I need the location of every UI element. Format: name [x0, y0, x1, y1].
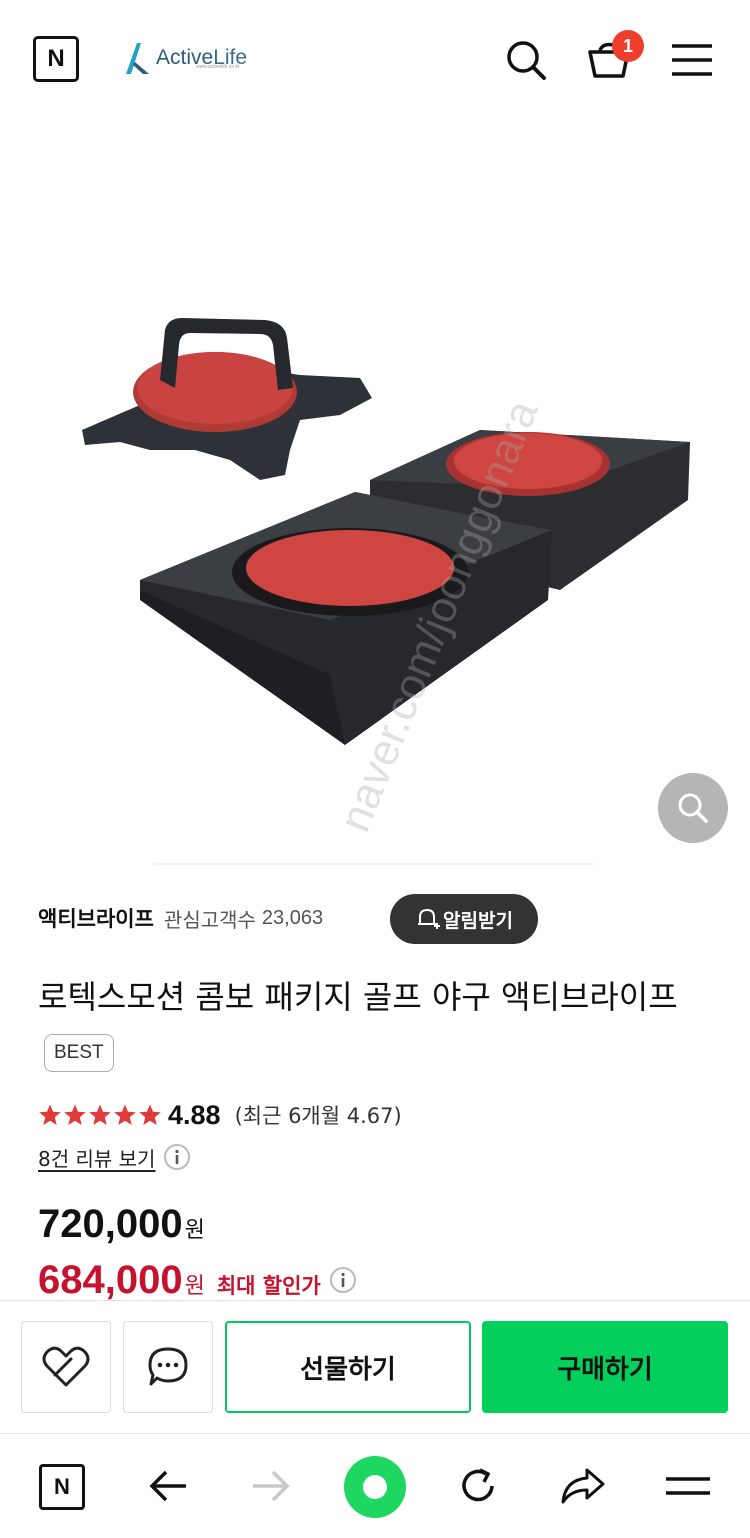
talk-talk-button[interactable] [123, 1321, 213, 1413]
wishlist-button[interactable] [21, 1321, 111, 1413]
nav-naver-n-button[interactable]: N [39, 1464, 85, 1510]
back-button[interactable] [140, 1458, 196, 1514]
refresh-icon [462, 1468, 494, 1502]
star-icon [64, 1104, 86, 1125]
cart-count-badge: 1 [612, 30, 644, 62]
product-title-text: 로텍스모션 콤보 패키지 골프 야구 액티브라이프 [38, 978, 678, 1016]
search-icon[interactable] [502, 36, 550, 84]
zoom-button[interactable] [658, 773, 728, 843]
notify-button[interactable]: 알림받기 [390, 894, 538, 944]
star-icon [139, 1104, 161, 1125]
product-image[interactable]: naver.com/joonggonara [0, 120, 750, 865]
brand-logo[interactable]: ActiveLife [122, 38, 247, 78]
star-icon [89, 1104, 111, 1125]
store-name[interactable]: 액티브라이프 [38, 903, 154, 933]
menu-icon[interactable] [668, 36, 716, 84]
forward-button[interactable] [243, 1458, 299, 1514]
review-row: 8건 리뷰 보기 [38, 1140, 191, 1174]
sale-price-unit: 원 [184, 1274, 205, 1299]
gift-button[interactable]: 선물하기 [225, 1321, 471, 1413]
sale-price-label: 최대 할인가 [216, 1274, 321, 1298]
browser-bottom-nav: N [0, 1433, 750, 1538]
star-icon [114, 1104, 136, 1125]
sale-price-value: 684,000 [38, 1258, 183, 1302]
magnifier-icon [678, 793, 708, 823]
buy-button[interactable]: 구매하기 [482, 1321, 728, 1413]
rating-row: 4.88 (최근 6개월 4.67) [38, 1095, 402, 1135]
notify-label: 알림받기 [443, 909, 513, 932]
original-price: 720,000 원 [38, 1202, 205, 1252]
home-icon [363, 1475, 387, 1499]
image-divider [155, 863, 595, 865]
sale-info-icon[interactable] [329, 1266, 357, 1294]
follower-count: 23,063 [261, 906, 324, 929]
rating-recent: (최근 6개월 4.67) [234, 1104, 402, 1128]
forward-icon [253, 1470, 290, 1502]
share-button[interactable] [555, 1458, 611, 1514]
activelife-logo-icon [126, 43, 149, 74]
star-rating [38, 1103, 163, 1127]
sale-price: 684,000 원 최대 할인가 [38, 1258, 357, 1302]
original-price-value: 720,000 [38, 1202, 183, 1246]
purchase-action-bar: 선물하기 구매하기 [0, 1300, 750, 1433]
star-icon [39, 1104, 61, 1125]
product-photo-rotex-motion [82, 318, 690, 745]
chat-bubble-icon [148, 1347, 188, 1386]
best-badge: BEST [44, 1034, 114, 1072]
review-link[interactable]: 8건 리뷰 보기 [38, 1143, 155, 1172]
back-icon [149, 1470, 186, 1502]
top-header: N ActiveLife www.activelife.co.kr 1 [0, 0, 750, 120]
menu-icon [666, 1477, 710, 1495]
heart-icon [42, 1346, 90, 1387]
product-title: 로텍스모션 콤보 패키지 골프 야구 액티브라이프 BEST [38, 970, 718, 1078]
store-info: 액티브라이프 관심고객수 23,063 [38, 893, 323, 943]
original-price-unit: 원 [184, 1218, 205, 1243]
rating-score: 4.88 [168, 1099, 221, 1130]
bell-plus-icon [418, 908, 441, 929]
info-icon[interactable] [163, 1143, 191, 1171]
follower-label: 관심고객수 [163, 907, 256, 932]
share-icon [561, 1468, 605, 1504]
brand-subtext: www.activelife.co.kr [196, 64, 240, 70]
home-button[interactable] [344, 1456, 406, 1518]
refresh-button[interactable] [450, 1458, 506, 1514]
nav-menu-button[interactable] [660, 1458, 716, 1514]
naver-n-logo[interactable]: N [33, 36, 79, 82]
